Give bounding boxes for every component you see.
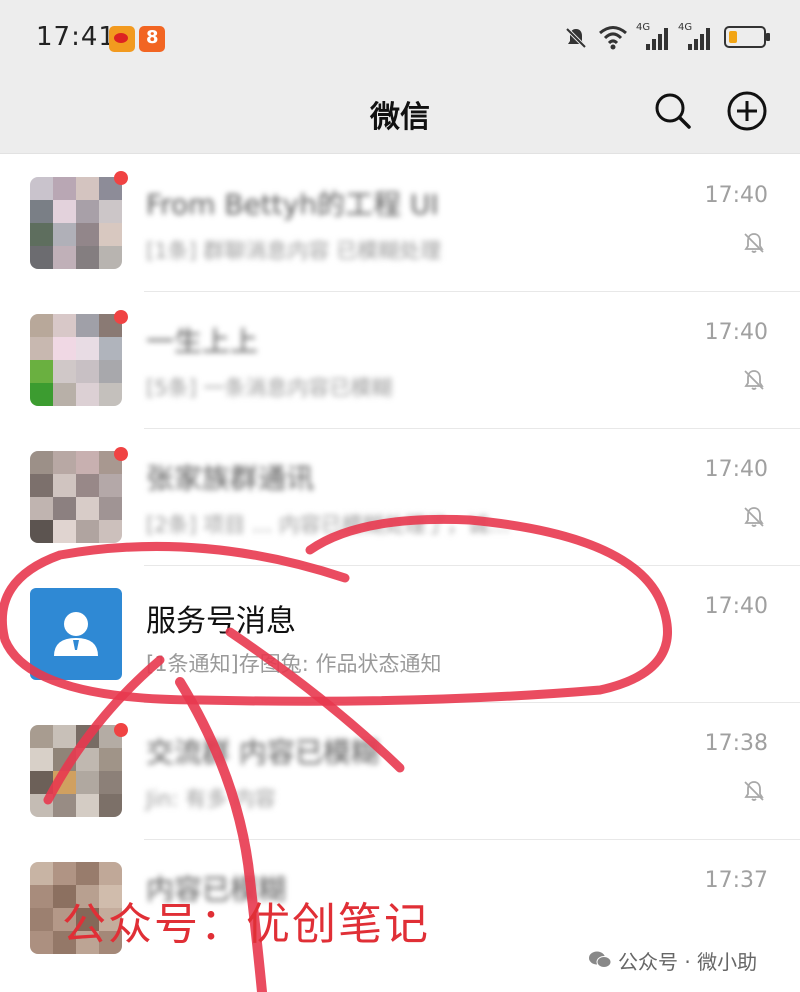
corner-watermark: 公众号 · 微小助 xyxy=(618,950,758,974)
chat-preview: [1条通知]存图兔: 作品状态通知 xyxy=(146,652,442,676)
battery-icon xyxy=(724,26,770,48)
unread-dot xyxy=(114,447,128,461)
group-avatar xyxy=(30,725,122,817)
chat-name: 一生上上 xyxy=(146,325,259,358)
chat-time: 17:40 xyxy=(704,183,768,208)
notification-app-icon xyxy=(139,26,165,52)
status-time: 17:41 xyxy=(36,22,116,52)
mute-bell-icon xyxy=(744,233,764,253)
chat-time: 17:40 xyxy=(704,457,768,482)
search-icon[interactable] xyxy=(652,90,692,130)
group-avatar xyxy=(30,314,122,406)
chat-preview: Jin: 有多 内容 xyxy=(146,787,276,811)
weibo-app-icon xyxy=(109,26,135,52)
top-nav-bar: 微信 xyxy=(0,78,800,154)
chat-time: 17:37 xyxy=(704,868,768,893)
chat-name: 交流群 内容已模糊 xyxy=(146,736,379,769)
service-person-icon xyxy=(54,612,98,656)
chat-preview: [5条] 一条消息内容已模糊 xyxy=(146,376,393,400)
service-account-avatar xyxy=(30,588,122,680)
wifi-icon xyxy=(599,26,627,50)
unread-dot xyxy=(114,723,128,737)
chat-time: 17:40 xyxy=(704,594,768,619)
chat-name: 张家族群通讯 xyxy=(146,462,315,495)
chat-time: 17:38 xyxy=(704,731,768,756)
unread-dot xyxy=(114,310,128,324)
chat-row[interactable]: 一生上上 [5条] 一条消息内容已模糊 17:40 xyxy=(0,292,800,429)
wechat-logo-icon xyxy=(589,951,612,968)
chat-name: From Bettyh的工程 UI xyxy=(146,188,439,221)
chat-time: 17:40 xyxy=(704,320,768,345)
chat-row[interactable]: From Bettyh的工程 UI [1条] 群聊消息内容 已模糊处理 17:4… xyxy=(0,155,800,292)
signal-icon-1 xyxy=(646,28,670,50)
chat-name: 服务号消息 xyxy=(146,604,296,639)
watermark-text: 公众号：优创笔记 xyxy=(62,899,430,950)
chat-preview: [1条] 群聊消息内容 已模糊处理 xyxy=(146,239,442,263)
unread-dot xyxy=(114,171,128,185)
mute-bell-icon xyxy=(744,370,764,390)
status-bar: 17:41 4G 4G xyxy=(0,0,800,78)
mute-bell-icon xyxy=(744,781,764,801)
group-avatar xyxy=(30,451,122,543)
chat-row[interactable]: 交流群 内容已模糊 Jin: 有多 内容 17:38 xyxy=(0,703,800,840)
chat-preview: [2条] 项目 ... 内容已模糊处理了，诚… xyxy=(146,513,510,537)
mute-bell-icon xyxy=(565,27,587,49)
chat-row-service-messages[interactable]: 服务号消息 [1条通知]存图兔: 作品状态通知 17:40 xyxy=(0,566,800,703)
add-plus-icon[interactable] xyxy=(726,90,768,132)
mute-bell-icon xyxy=(744,507,764,527)
signal-icon-2 xyxy=(688,28,712,50)
chat-list: From Bettyh的工程 UI [1条] 群聊消息内容 已模糊处理 17:4… xyxy=(0,155,800,992)
group-avatar xyxy=(30,177,122,269)
chat-row[interactable]: 张家族群通讯 [2条] 项目 ... 内容已模糊处理了，诚… 17:40 xyxy=(0,429,800,566)
